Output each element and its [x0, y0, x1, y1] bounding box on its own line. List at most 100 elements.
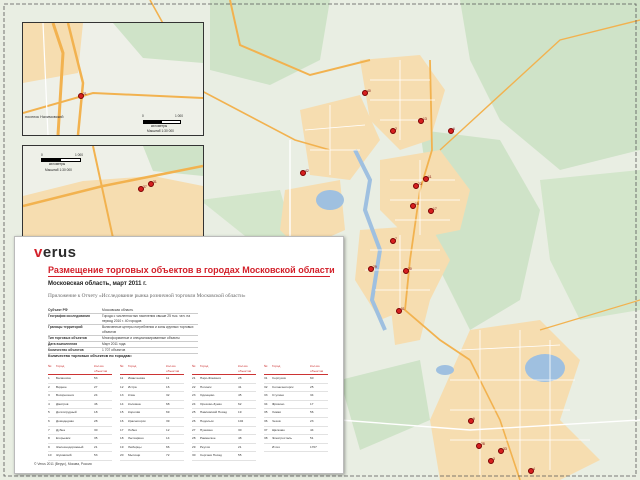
city-name: Ивантеевка: [128, 376, 145, 380]
count-title: Количество торговых объектов по городам:: [48, 354, 132, 358]
left-scale-end: 1 000: [75, 153, 83, 157]
store-marker-label: 2: [395, 127, 397, 131]
top-scale-label: километры: [151, 124, 168, 128]
city-number: 3: [48, 393, 50, 398]
city-name: Ногинск: [200, 384, 212, 389]
city-number: 16: [120, 418, 124, 423]
top-scale-end: 1 000: [175, 114, 183, 118]
table-row: 36 Чехов 23: [264, 418, 328, 427]
city-name: Фрязино: [272, 401, 285, 406]
table-row: 20 Мытищи 72: [120, 452, 184, 461]
city-column-header: № Город Кол-во объектов: [192, 364, 256, 375]
city-number: 37: [264, 427, 268, 432]
city-number: 10: [48, 453, 52, 458]
left-scale-label: километры: [49, 162, 66, 166]
meta-value: Московская область: [102, 308, 134, 312]
city-count: 45: [238, 393, 242, 398]
inset-map-top[interactable]: поселок Нахимовский 0 1 000 километры Ма…: [22, 22, 204, 136]
table-row: 15 Королёв 69: [120, 409, 184, 418]
city-number: 36: [264, 418, 268, 423]
meta-key: География исследования: [48, 314, 90, 318]
header-cell: Город: [272, 364, 281, 368]
meta-table: Субъект РФ Московская область География ис…: [48, 308, 198, 354]
store-marker-label: 9: [473, 417, 475, 421]
table-row: 28 Раменское 48: [192, 435, 256, 444]
city-name: Дмитров: [56, 401, 69, 406]
city-number: 2: [48, 384, 50, 389]
store-marker-label: 20: [408, 267, 412, 271]
store-marker-label: 4: [533, 467, 535, 471]
city-column-header: № Город Кол-во объектов: [48, 364, 112, 375]
city-name: Орехово-Зуево: [200, 401, 222, 406]
city-count: 35: [94, 436, 98, 441]
city-name: Солнечногорск: [272, 384, 294, 389]
city-count: 16: [166, 384, 170, 389]
city-number: 20: [120, 453, 124, 458]
meta-key: Дата выполнения: [48, 342, 78, 346]
inset-map-left[interactable]: 0 1 000 километры Масштаб 1:30 000: [22, 145, 204, 239]
store-marker-label: 13: [423, 117, 427, 121]
city-name: Электросталь: [272, 436, 292, 441]
city-name: Чехов: [272, 418, 281, 423]
table-row: 8 Егорьевск 35: [48, 435, 112, 444]
meta-key: Границы территорий: [48, 325, 83, 329]
table-row: 1 Балашиха 53: [48, 375, 112, 384]
city-count: 18: [94, 410, 98, 415]
city-name: Люберцы: [128, 444, 142, 449]
store-marker-label: 42: [305, 169, 309, 173]
city-column: № Город Кол-во объектов 21 Наро-Фоминск 28 22 Н…: [192, 364, 256, 461]
city-number: 5: [48, 410, 50, 415]
store-marker-label: 31: [153, 180, 157, 184]
city-count: 28: [238, 376, 242, 380]
city-count: 46: [94, 401, 98, 406]
city-number: 26: [192, 418, 196, 423]
city-number: 19: [120, 444, 124, 449]
city-count: 55: [238, 453, 242, 458]
verus-logo: verus: [34, 244, 77, 261]
city-count: 12: [166, 427, 170, 432]
city-number: 17: [120, 427, 124, 432]
city-number: 25: [192, 410, 196, 415]
city-count: 30: [94, 427, 98, 432]
city-name: Егорьевск: [56, 436, 71, 441]
city-count: 41: [238, 384, 242, 389]
city-number: 27: [192, 427, 196, 432]
city-count: 19: [238, 410, 242, 415]
city-count: 14: [166, 436, 170, 441]
city-number: 4: [48, 401, 50, 406]
city-count: 34: [310, 393, 314, 398]
title-divider: [48, 276, 330, 277]
meta-key: Количество объектов: [48, 348, 84, 352]
header-cell: Кол-во объектов: [238, 364, 252, 373]
store-marker-label: 33: [503, 447, 507, 451]
table-row: 5 Долгопрудный 18: [48, 409, 112, 418]
city-number: 7: [48, 427, 50, 432]
city-count: 44: [310, 427, 314, 432]
city-name: Дубна: [56, 427, 65, 432]
table-row: 16 Красногорск 39: [120, 418, 184, 427]
store-marker-label: 3: [493, 457, 495, 461]
city-number: 1: [48, 376, 50, 380]
city-name: Долгопрудный: [56, 410, 77, 415]
city-number: 21: [192, 376, 196, 380]
city-number: 33: [264, 393, 268, 398]
city-count: 21: [238, 444, 242, 449]
city-number: 38: [264, 436, 268, 441]
city-number: 35: [264, 410, 268, 415]
city-name: Коломна: [128, 401, 141, 406]
table-row: 14 Коломна 68: [120, 401, 184, 410]
store-marker-label: 29: [373, 265, 377, 269]
table-row: 9 Железнодорожный 21: [48, 444, 112, 453]
city-number: 22: [192, 384, 196, 389]
city-name: Красногорск: [128, 418, 146, 423]
city-count: 32: [166, 393, 170, 398]
table-row: 17 Лобня 12: [120, 427, 184, 436]
meta-key: Тип торговых объектов: [48, 336, 87, 340]
table-row: 11 Ивантеевка 11: [120, 375, 184, 384]
city-name: Лобня: [128, 427, 137, 432]
table-row: 37 Щёлково 44: [264, 427, 328, 436]
city-count: 62: [238, 401, 242, 406]
city-name: Щёлково: [272, 427, 285, 432]
header-cell: №: [48, 364, 52, 368]
table-row: 32 Солнечногорск 25: [264, 384, 328, 393]
